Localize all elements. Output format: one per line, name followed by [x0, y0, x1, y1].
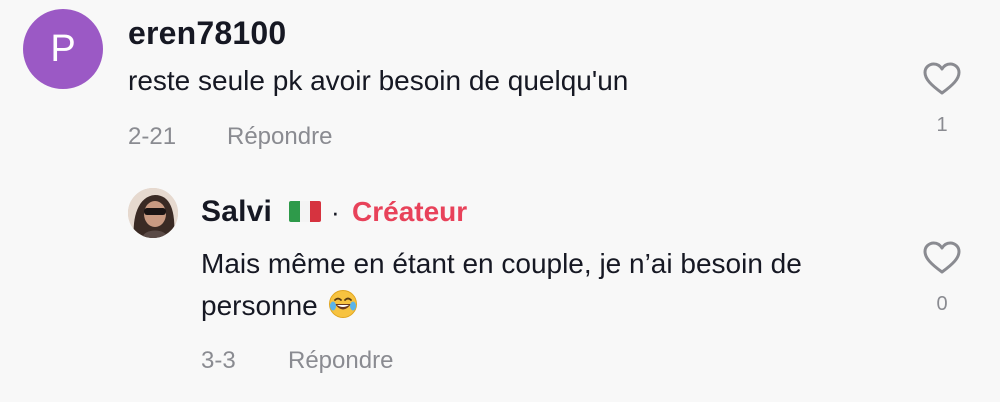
reply-text-line2: personne	[201, 290, 318, 321]
reply-text-line2-container: personne	[201, 284, 358, 328]
reply-button[interactable]: Répondre	[227, 123, 332, 151]
creator-badge: Créateur	[352, 196, 468, 227]
heart-outline-icon[interactable]	[923, 241, 961, 275]
heart-outline-icon[interactable]	[923, 62, 961, 96]
like-count: 0	[936, 293, 948, 315]
like-count: 1	[936, 114, 948, 136]
comment-date: 2-21	[128, 123, 177, 150]
reply-button[interactable]: Répondre	[288, 347, 393, 375]
reply-date: 3-3	[201, 347, 236, 374]
separator: ·	[331, 197, 340, 227]
comment-username[interactable]: eren78100	[128, 15, 286, 52]
italy-flag-icon	[289, 201, 321, 222]
face-with-tears-of-joy-icon	[328, 288, 358, 318]
avatar[interactable]: P	[23, 9, 103, 89]
reply-text-line1: Mais même en étant en couple, je n’ai be…	[201, 248, 802, 279]
reply-username[interactable]: Salvi	[201, 195, 272, 229]
comment-text: reste seule pk avoir besoin de quelqu'un	[128, 65, 629, 96]
avatar[interactable]	[128, 188, 178, 238]
